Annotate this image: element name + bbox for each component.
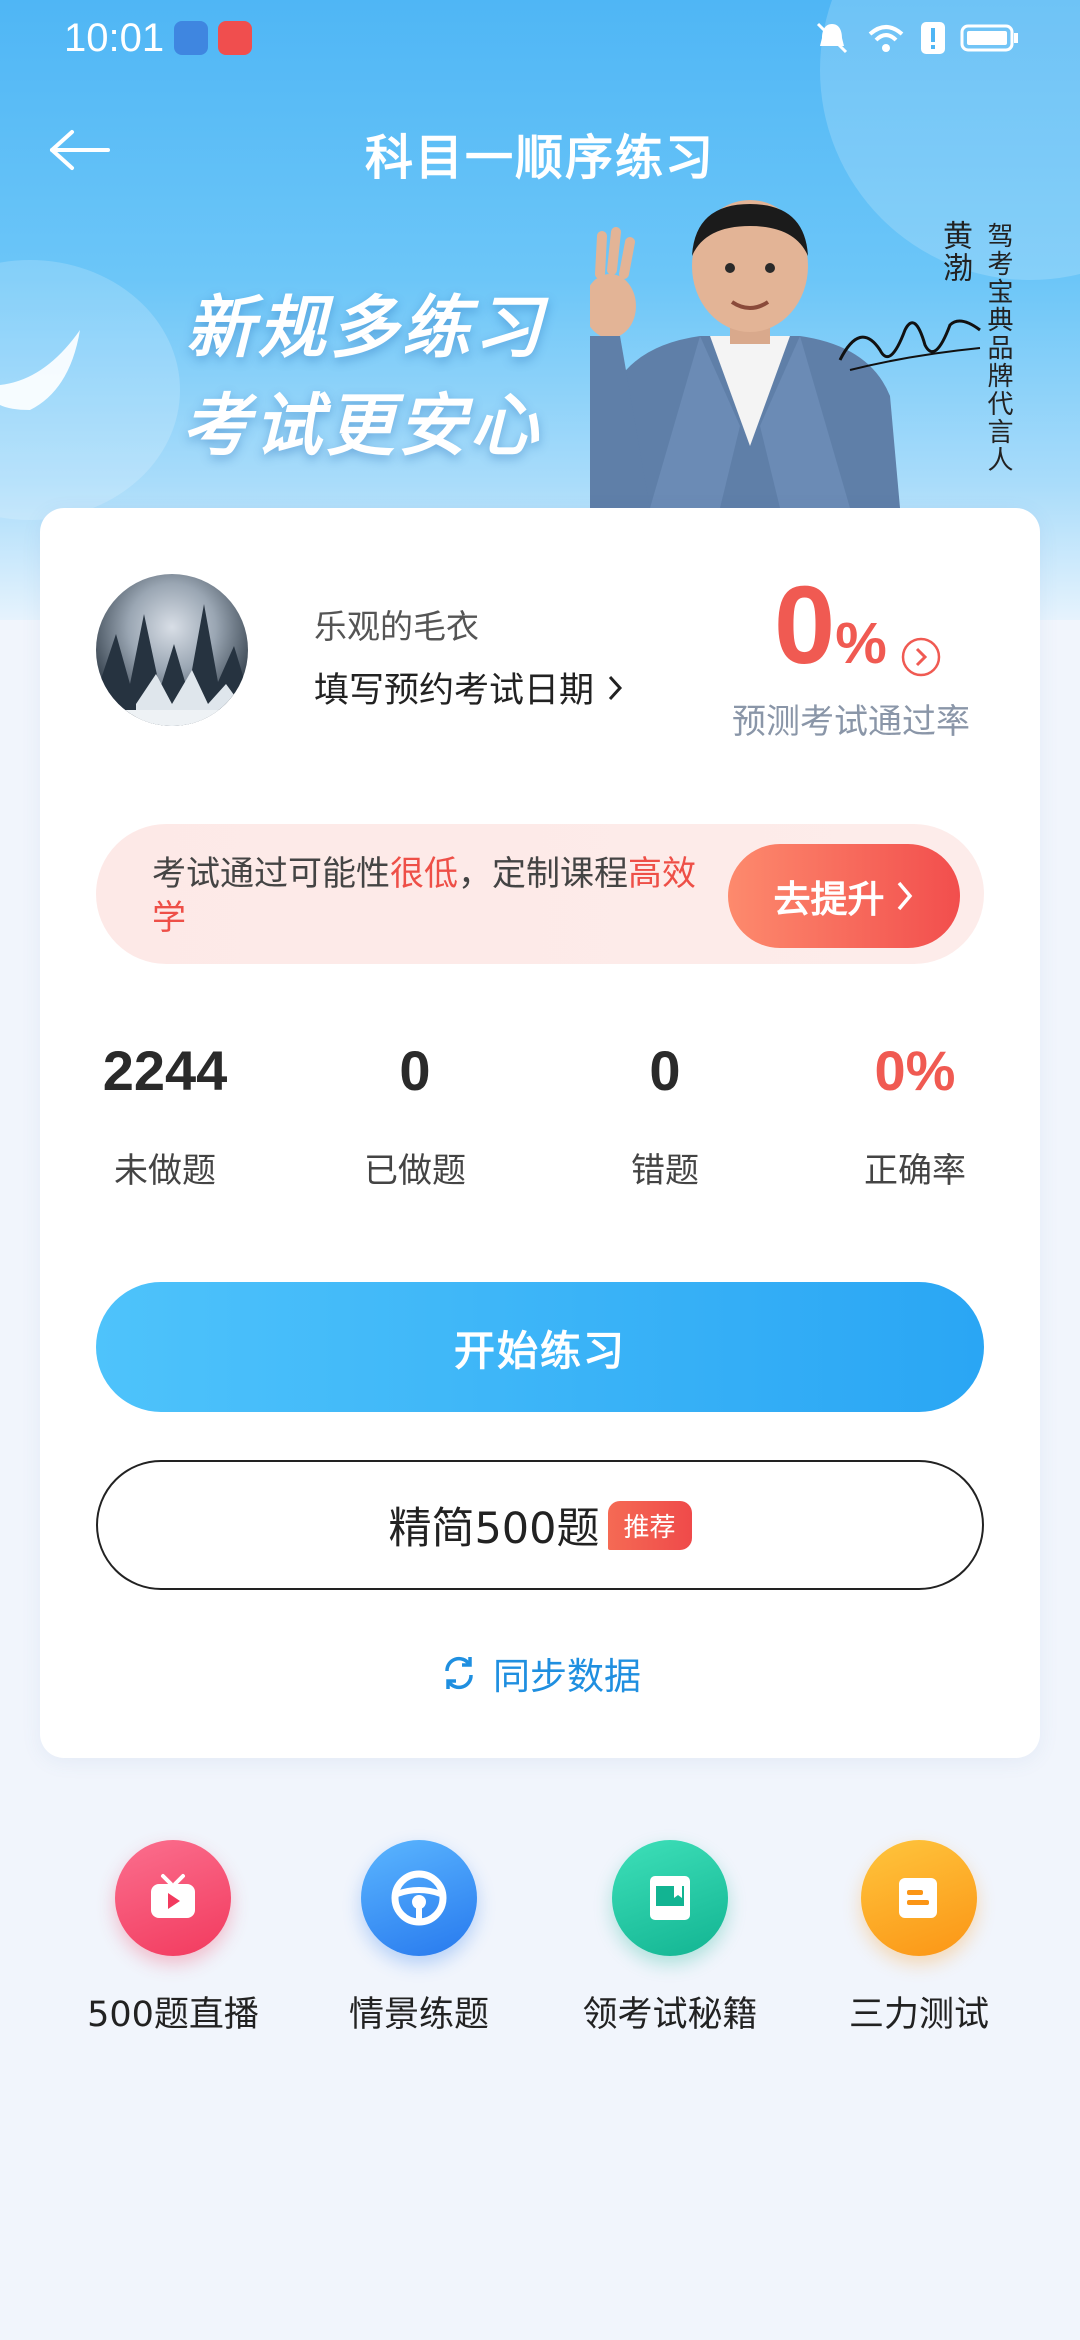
- stat-done[interactable]: 0 已做题: [290, 1038, 540, 1192]
- username: 乐观的毛衣: [314, 607, 479, 646]
- status-icons: [812, 18, 1020, 58]
- tv-play-icon: [115, 1840, 231, 1956]
- tool-label: 三力测试: [848, 1995, 989, 2035]
- app-notification-icon: [174, 21, 209, 55]
- sync-data-link[interactable]: 同步数据: [40, 1646, 1040, 1700]
- status-bar: 10:01: [0, 0, 1080, 76]
- sync-icon: [445, 1656, 473, 1690]
- alert-icon: [921, 22, 945, 54]
- pass-rate-label: 预测考试通过率: [732, 702, 970, 742]
- stat-wrong[interactable]: 0 错题: [540, 1038, 790, 1192]
- improve-button-label: 去提升: [773, 878, 885, 921]
- stat-value: 2244: [102, 1039, 228, 1102]
- tool-500-live[interactable]: 500题直播: [38, 1840, 308, 2037]
- endorser-signature: [838, 319, 981, 371]
- practice-card: 乐观的毛衣 填写预约考试日期 0% 预测考试通过率 考试通过可能性很低，定制课程…: [40, 508, 1040, 1758]
- mute-bell-icon: [816, 22, 848, 54]
- banner-leaf-decoration: [0, 330, 80, 410]
- avatar-image: [96, 604, 248, 726]
- status-time: 10:01: [64, 15, 165, 60]
- stat-undone[interactable]: 2244 未做题: [40, 1038, 290, 1192]
- avatar[interactable]: [96, 574, 248, 726]
- document-icon: [861, 1840, 977, 1956]
- tool-label: 情景练题: [348, 1995, 489, 2035]
- selected-500-label: 精简500题: [388, 1504, 600, 1554]
- stat-value: 0%: [874, 1039, 956, 1102]
- start-practice-button[interactable]: 开始练习: [96, 1282, 984, 1412]
- wifi-icon: [868, 25, 904, 52]
- stat-label: 已做题: [364, 1151, 466, 1191]
- chevron-right-icon: [897, 881, 912, 911]
- chevron-right-icon: [608, 675, 623, 700]
- nav-bar: 科目一顺序练习: [0, 110, 1080, 190]
- exam-date-label: 填写预约考试日期: [314, 671, 595, 711]
- stats-row: 2244 未做题 0 已做题 0 错题 0% 正确率: [40, 1038, 1040, 1218]
- tip-text: 考试通过可能性很低，定制课程高效学: [152, 852, 712, 940]
- book-icon: [612, 1840, 728, 1956]
- stat-value: 0: [649, 1039, 681, 1102]
- banner-slogan-line2: 考试更安心: [182, 387, 543, 466]
- tip-text-part: 考试通过可能性: [152, 854, 390, 894]
- page-title: 科目一顺序练习: [364, 130, 715, 186]
- stat-label: 错题: [631, 1151, 699, 1191]
- tip-highlight: 很低: [390, 854, 458, 894]
- tool-exam-secrets[interactable]: 领考试秘籍: [535, 1840, 805, 2037]
- tool-label: 500题直播: [87, 1995, 259, 2035]
- banner-slogan-line1: 新规多练习: [186, 289, 547, 368]
- pass-rate-unit: %: [835, 611, 887, 676]
- improve-tip-banner: 考试通过可能性很低，定制课程高效学 去提升: [96, 824, 984, 964]
- endorser-title: 驾考宝典品牌代言人: [983, 222, 1013, 474]
- pass-rate-arrow-icon[interactable]: [900, 636, 942, 678]
- pass-rate-value: 0: [774, 564, 836, 687]
- improve-button[interactable]: 去提升: [728, 844, 960, 948]
- exam-date-link[interactable]: 填写预约考试日期: [314, 662, 626, 713]
- tools-row: 500题直播 情景练题 领考试秘籍 三力测试: [0, 1840, 1080, 2040]
- tool-scenario-practice[interactable]: 情景练题: [284, 1840, 554, 2037]
- endorser-name: 黄渤: [937, 220, 972, 284]
- steering-wheel-icon: [361, 1840, 477, 1956]
- pass-rate[interactable]: 0%: [774, 562, 887, 689]
- sync-label: 同步数据: [493, 1655, 641, 1698]
- tool-three-ability-test[interactable]: 三力测试: [784, 1840, 1054, 2037]
- recommend-badge: 推荐: [607, 1500, 692, 1550]
- battery-icon: [960, 24, 1018, 52]
- stat-accuracy[interactable]: 0% 正确率: [790, 1038, 1040, 1192]
- tip-text-part: ，定制课程: [458, 854, 628, 894]
- stat-label: 未做题: [114, 1151, 216, 1191]
- selected-500-button[interactable]: 精简500题 推荐: [96, 1460, 984, 1590]
- app-notification-icon: [218, 21, 253, 55]
- stat-value: 0: [399, 1039, 431, 1102]
- stat-label: 正确率: [864, 1151, 966, 1191]
- tool-label: 领考试秘籍: [582, 1995, 758, 2035]
